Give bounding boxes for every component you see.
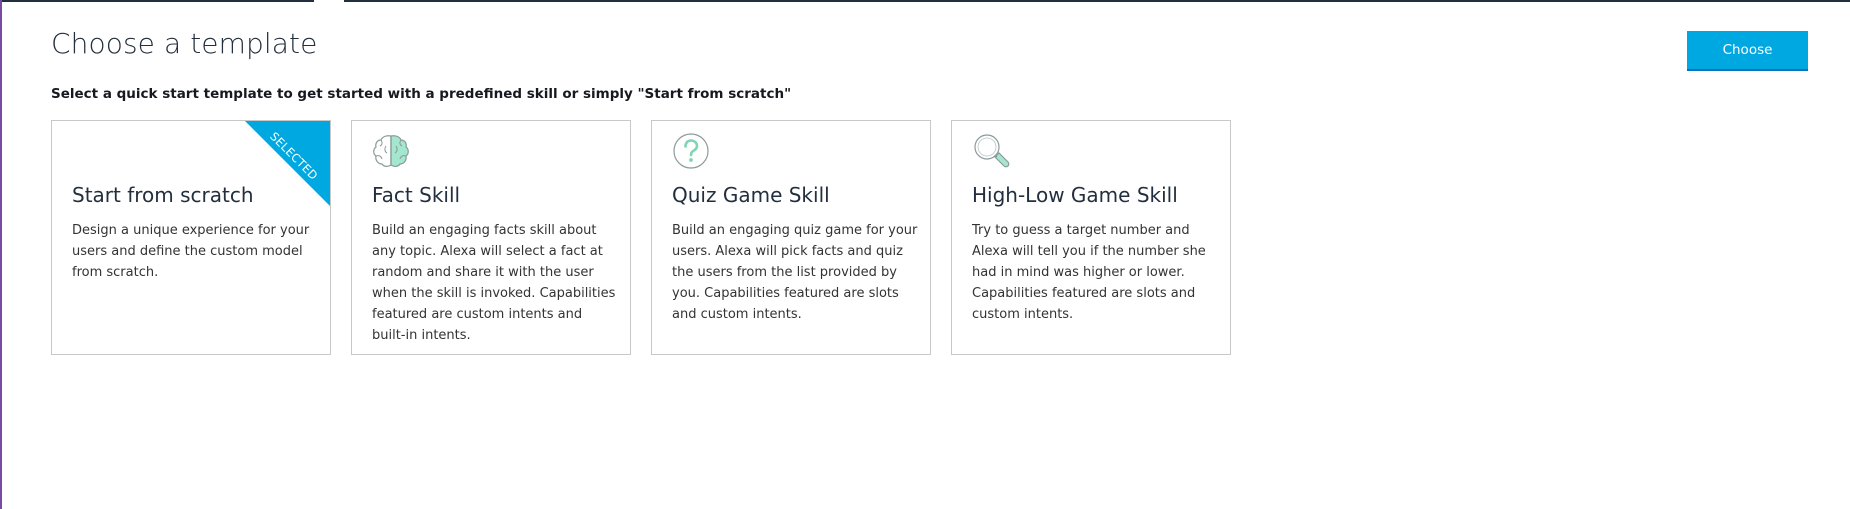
card-title: High-Low Game Skill [972,183,1178,207]
choose-button[interactable]: Choose [1687,31,1808,71]
template-card-fact-skill[interactable]: Fact Skill Build an engaging facts skill… [351,120,631,355]
template-chooser-page: Choose a template Select a quick start t… [0,0,1850,509]
question-mark-icon [672,132,710,170]
top-border [2,0,1850,2]
card-title: Fact Skill [372,183,461,207]
card-description: Try to guess a target number and Alexa w… [972,223,1206,322]
page-title: Choose a template [51,27,318,60]
magnifier-icon [972,132,1010,170]
ribbon-triangle [245,121,330,206]
top-border-gap [314,0,344,2]
card-description: Design a unique experience for your user… [72,223,310,280]
card-title: Quiz Game Skill [672,183,830,207]
card-description: Build an engaging quiz game for your use… [672,223,918,322]
brain-icon [372,132,410,170]
card-title: Start from scratch [72,183,254,207]
template-card-start-from-scratch[interactable]: SELECTED Start from scratch Design a uni… [51,120,331,355]
template-card-quiz-game-skill[interactable]: Quiz Game Skill Build an engaging quiz g… [651,120,931,355]
page-subtitle: Select a quick start template to get sta… [51,86,792,102]
selected-ribbon: SELECTED [245,121,330,206]
template-card-high-low-game-skill[interactable]: High-Low Game Skill Try to guess a targe… [951,120,1231,355]
card-description: Build an engaging facts skill about any … [372,223,616,343]
